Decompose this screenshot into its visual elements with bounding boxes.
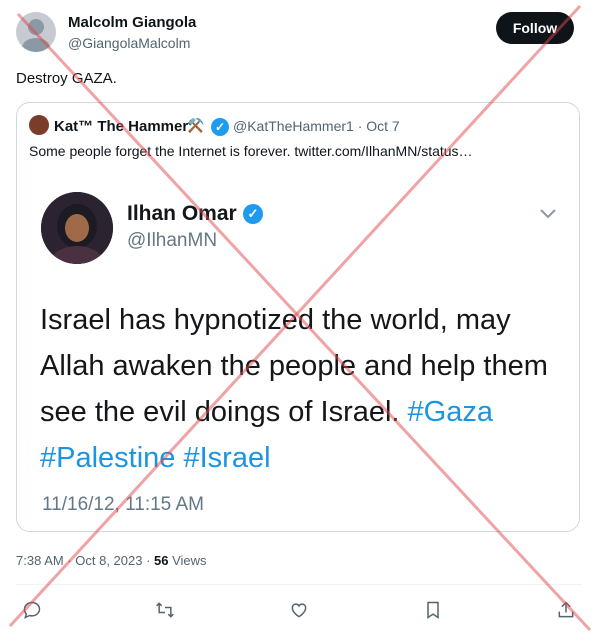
embedded-author-handle: @IlhanMN	[127, 230, 218, 251]
tweet-text: Destroy GAZA.	[16, 70, 117, 87]
hammer-pick-emoji: ⚒️	[187, 117, 205, 133]
follow-button[interactable]: Follow	[496, 12, 574, 44]
retweet-icon	[156, 602, 174, 618]
quote-text: Some people forget the Internet is forev…	[29, 143, 473, 159]
views-count: 56	[154, 553, 169, 568]
chevron-down-icon	[540, 209, 556, 219]
like-icon	[291, 603, 307, 618]
reply-icon	[23, 601, 41, 619]
embedded-tweet-body: Israel has hypnotized the world, may All…	[40, 297, 560, 481]
embedded-verified-icon: ✓	[243, 204, 263, 224]
share-icon	[558, 601, 574, 618]
quote-author-avatar[interactable]	[29, 115, 49, 135]
share-button[interactable]	[552, 596, 580, 624]
bookmark-icon	[427, 601, 439, 619]
embedded-timestamp: 11/16/12, 11:15 AM	[42, 494, 204, 515]
tweet-meta: 7:38 AM · Oct 8, 2023 · 56 Views	[16, 553, 207, 568]
hashtag-gaza: #Gaza	[407, 396, 493, 428]
quote-author-handle-date[interactable]: @KatTheHammer1 · Oct 7	[233, 118, 400, 134]
verified-icon: ✓	[211, 118, 229, 136]
hashtag-palestine: #Palestine	[40, 442, 176, 474]
author-handle[interactable]: @GiangolaMalcolm	[68, 35, 190, 51]
embedded-author-avatar	[41, 192, 113, 264]
divider	[16, 584, 582, 585]
author-avatar[interactable]	[16, 12, 56, 52]
author-name[interactable]: Malcolm Giangola	[68, 14, 196, 31]
bookmark-button[interactable]	[419, 596, 447, 624]
hashtag-israel: #Israel	[183, 442, 271, 474]
views-label: Views	[168, 553, 207, 568]
reply-button[interactable]	[18, 596, 46, 624]
embedded-author-name: Ilhan Omar	[127, 202, 237, 225]
tweet-time-date[interactable]: 7:38 AM · Oct 8, 2023 ·	[16, 553, 154, 568]
like-button[interactable]	[285, 596, 313, 624]
retweet-button[interactable]	[151, 596, 179, 624]
quote-author-name[interactable]: Kat™ The Hammer	[54, 118, 188, 135]
